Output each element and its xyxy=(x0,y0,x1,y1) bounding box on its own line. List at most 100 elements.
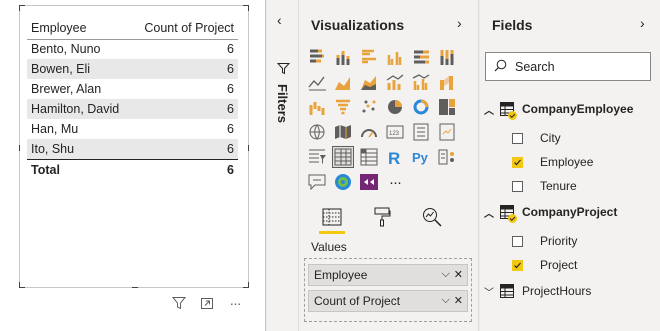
table-visual[interactable]: Employee Count of Project Bento, Nuno 6 Bo… xyxy=(19,5,249,288)
clustered-bar-chart-icon[interactable] xyxy=(358,46,380,68)
field-name: Project xyxy=(540,258,578,272)
area-chart-icon[interactable] xyxy=(332,71,354,93)
more-options-icon[interactable]: ··· xyxy=(227,295,243,311)
chevron-down-icon[interactable]: ⌵ xyxy=(441,294,449,307)
fields-tab-icon[interactable] xyxy=(317,202,347,234)
table-row[interactable]: Bento, Nuno 6 xyxy=(27,39,238,59)
svg-text:Py: Py xyxy=(412,150,429,165)
ribbon-chart-icon[interactable] xyxy=(436,71,458,93)
filled-map-icon[interactable] xyxy=(332,121,354,143)
r-script-visual-icon[interactable]: R xyxy=(384,146,406,168)
close-icon[interactable]: ✕ xyxy=(454,294,463,307)
field-table-projecthours[interactable]: ﹀ ProjectHours xyxy=(482,281,591,301)
gauge-icon[interactable] xyxy=(358,121,380,143)
waterfall-chart-icon[interactable] xyxy=(306,96,328,118)
column-header-employee[interactable]: Employee xyxy=(27,17,132,40)
resize-handle-bottom-left[interactable] xyxy=(19,282,25,288)
values-well[interactable]: Employee ⌵ ✕ Count of Project ⌵ ✕ xyxy=(304,258,472,322)
table-icon xyxy=(500,284,514,298)
line-and-clustered-column-chart-icon[interactable] xyxy=(410,71,432,93)
field-checkbox[interactable] xyxy=(512,156,523,168)
employee-cell: Hamilton, David xyxy=(27,99,132,119)
filter-funnel-icon[interactable] xyxy=(276,62,291,78)
visual-type-gallery: 123 R Py ··· xyxy=(306,46,458,193)
svg-text:123: 123 xyxy=(389,131,400,137)
count-cell: 6 xyxy=(227,82,234,96)
line-and-stacked-column-chart-icon[interactable] xyxy=(384,71,406,93)
100-stacked-bar-chart-icon[interactable] xyxy=(410,46,432,68)
resize-handle-left[interactable] xyxy=(19,145,20,151)
field-item-project[interactable]: Project xyxy=(512,255,577,275)
field-item-city[interactable]: City xyxy=(512,128,561,148)
resize-handle-top-right[interactable] xyxy=(243,5,249,11)
python-visual-icon[interactable]: Py xyxy=(410,146,432,168)
employee-cell: Brewer, Alan xyxy=(31,82,102,96)
report-canvas[interactable]: Employee Count of Project Bento, Nuno 6 Bo… xyxy=(0,0,266,331)
line-chart-icon[interactable] xyxy=(306,71,328,93)
field-checkbox[interactable] xyxy=(512,235,523,247)
chevron-down-icon[interactable]: ﹀ xyxy=(482,284,496,299)
chevron-down-icon[interactable]: ⌵ xyxy=(441,268,449,281)
resize-handle-bottom[interactable] xyxy=(132,287,138,288)
analytics-tab-icon[interactable] xyxy=(417,202,447,232)
100-stacked-column-chart-icon[interactable] xyxy=(436,46,458,68)
selection-check-icon xyxy=(508,214,517,223)
focus-mode-icon[interactable] xyxy=(199,295,215,311)
stacked-column-chart-icon[interactable] xyxy=(332,46,354,68)
search-placeholder: Search xyxy=(515,59,555,74)
well-item-employee[interactable]: Employee ⌵ ✕ xyxy=(308,264,468,286)
well-item-count-of-project[interactable]: Count of Project ⌵ ✕ xyxy=(308,290,468,312)
field-checkbox[interactable] xyxy=(512,180,523,192)
close-icon[interactable]: ✕ xyxy=(454,268,463,281)
multi-row-card-icon[interactable] xyxy=(410,121,432,143)
resize-handle-top-left[interactable] xyxy=(19,5,25,11)
well-item-label: Employee xyxy=(314,268,368,282)
field-item-employee[interactable]: Employee xyxy=(512,152,593,172)
resize-handle-bottom-right[interactable] xyxy=(243,282,249,288)
filter-icon[interactable] xyxy=(171,295,187,311)
field-item-tenure[interactable]: Tenure xyxy=(512,176,577,196)
clustered-column-chart-icon[interactable] xyxy=(384,46,406,68)
collapse-filters-chevron-icon[interactable]: ‹ xyxy=(277,12,282,28)
power-apps-icon[interactable] xyxy=(358,171,380,193)
key-influencers-icon[interactable] xyxy=(436,146,458,168)
donut-chart-icon[interactable] xyxy=(410,96,432,118)
table-row[interactable]: Hamilton, David 6 xyxy=(27,99,238,119)
format-tab-icon[interactable] xyxy=(367,202,397,232)
field-item-priority[interactable]: Priority xyxy=(512,231,577,251)
fields-pane: Fields › Search ︿ CompanyEmployee City Empl… xyxy=(480,0,660,331)
field-table-companyemployee[interactable]: ︿ CompanyEmployee xyxy=(482,99,633,120)
field-checkbox[interactable] xyxy=(512,132,523,144)
filters-label[interactable]: Filters xyxy=(275,84,290,123)
column-header-count-of-project[interactable]: Count of Project xyxy=(131,17,238,40)
field-table-companyproject[interactable]: ︿ CompanyProject xyxy=(482,202,617,223)
stacked-bar-chart-icon[interactable] xyxy=(306,46,328,68)
matrix-icon[interactable] xyxy=(358,146,380,168)
chevron-up-icon[interactable]: ︿ xyxy=(482,102,496,117)
chevron-up-icon[interactable]: ︿ xyxy=(482,205,496,220)
table-row[interactable]: Han, Mu 6 xyxy=(27,119,238,139)
card-icon[interactable]: 123 xyxy=(384,121,406,143)
scatter-chart-icon[interactable] xyxy=(358,96,380,118)
field-checkbox[interactable] xyxy=(512,259,523,271)
fields-search-input[interactable]: Search xyxy=(485,52,651,81)
resize-handle-right[interactable] xyxy=(248,145,249,151)
funnel-chart-icon[interactable] xyxy=(332,96,354,118)
map-icon[interactable] xyxy=(306,121,328,143)
more-visuals-icon[interactable]: ··· xyxy=(384,171,406,193)
table-row[interactable]: Brewer, Alan 6 xyxy=(27,79,238,99)
qa-visual-icon[interactable] xyxy=(306,171,328,193)
kpi-icon[interactable] xyxy=(436,121,458,143)
collapse-fields-chevron-icon[interactable]: › xyxy=(640,15,645,31)
visualizations-pane: Visualizations › 123 R Py ··· Values Employ… xyxy=(299,0,479,331)
table-row[interactable]: Ito, Shu 6 xyxy=(27,139,238,159)
table-icon xyxy=(500,205,517,223)
treemap-icon[interactable] xyxy=(436,96,458,118)
slicer-icon[interactable] xyxy=(306,146,328,168)
pie-chart-icon[interactable] xyxy=(384,96,406,118)
stacked-area-chart-icon[interactable] xyxy=(358,71,380,93)
arcgis-map-icon[interactable] xyxy=(332,171,354,193)
collapse-visualizations-chevron-icon[interactable]: › xyxy=(457,15,462,31)
table-row[interactable]: Bowen, Eli 6 xyxy=(27,59,238,79)
table-icon[interactable] xyxy=(332,146,354,168)
